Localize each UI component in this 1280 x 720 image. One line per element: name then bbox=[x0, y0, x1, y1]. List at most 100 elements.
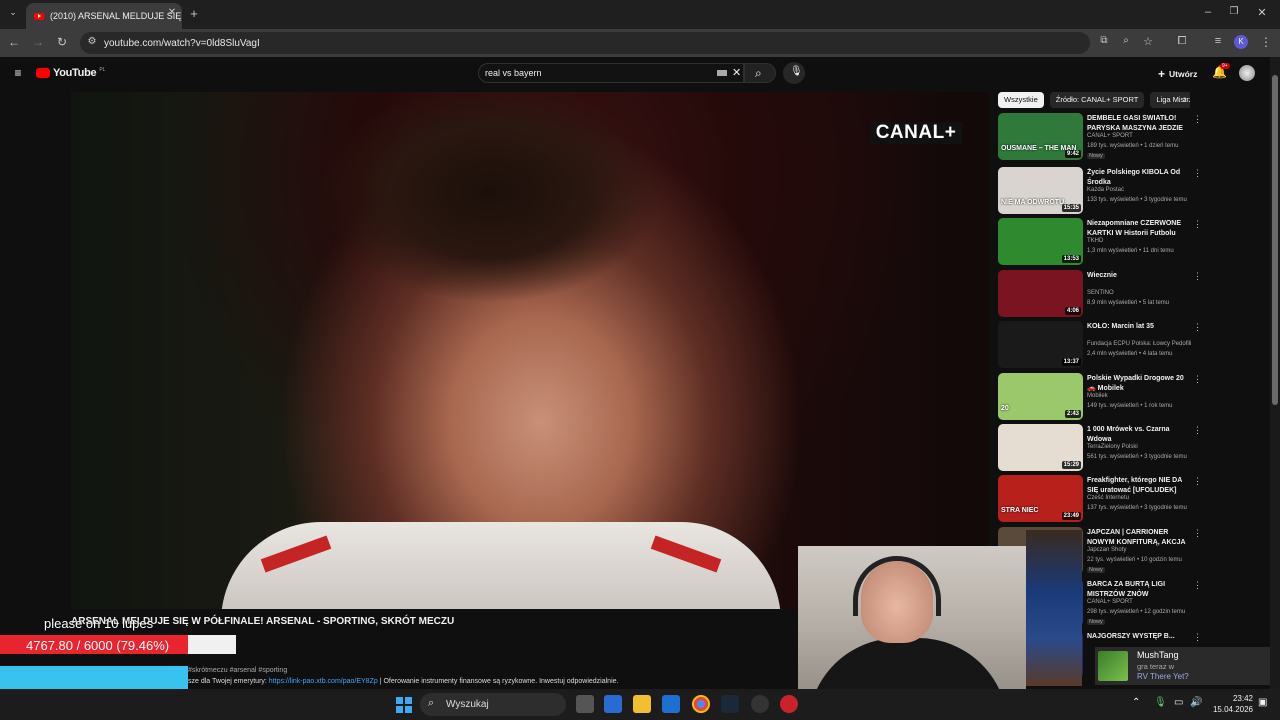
recommendation-item[interactable]: NIE MA ODWROTU 15:35 Życie Polskiego KIBOL… bbox=[998, 167, 1202, 215]
more-actions-icon[interactable]: ⋮ bbox=[1193, 219, 1202, 230]
recommendation-channel[interactable]: SENTINO bbox=[1087, 290, 1114, 296]
recommendation-title[interactable]: Polskie Wypadki Drogowe 20 🚗 Mobilek bbox=[1087, 374, 1191, 393]
window-close-icon[interactable]: ✕ bbox=[1254, 6, 1270, 19]
video-thumbnail[interactable]: OUSMANE – THE MAN 9:42 bbox=[998, 113, 1083, 160]
extensions-icon[interactable]: ⧠ bbox=[1174, 35, 1190, 48]
network-icon[interactable]: ▭ bbox=[1174, 697, 1183, 708]
more-actions-icon[interactable]: ⋮ bbox=[1193, 528, 1202, 539]
clear-search-icon[interactable]: ✕ bbox=[732, 66, 741, 79]
hamburger-menu-icon[interactable]: ≡ bbox=[10, 66, 26, 80]
recommendation-channel[interactable]: Fundacja ECPU Polska: Łowcy Pedofili bbox=[1087, 341, 1191, 347]
recommendation-title[interactable]: Życie Polskiego KIBOLA Od Środka bbox=[1087, 168, 1191, 187]
recommendation-title[interactable]: KOŁO: Marcin lat 35 bbox=[1087, 322, 1191, 332]
video-thumbnail[interactable]: 4:06 bbox=[998, 270, 1083, 317]
more-actions-icon[interactable]: ⋮ bbox=[1193, 271, 1202, 282]
more-actions-icon[interactable]: ⋮ bbox=[1193, 476, 1202, 487]
taskbar-search[interactable]: ⌕ Wyszukaj bbox=[420, 693, 566, 716]
keyboard-icon[interactable] bbox=[717, 70, 727, 76]
more-actions-icon[interactable]: ⋮ bbox=[1193, 114, 1202, 125]
forward-icon[interactable]: → bbox=[30, 35, 46, 49]
more-actions-icon[interactable]: ⋮ bbox=[1193, 580, 1202, 591]
browser-menu-icon[interactable]: ⋮ bbox=[1258, 35, 1274, 49]
video-tags[interactable]: #skrótmeczu #arsenal #sporting bbox=[188, 667, 287, 674]
more-actions-icon[interactable]: ⋮ bbox=[1193, 168, 1202, 179]
recommendation-item[interactable]: 4:06 Wiecznie SENTINO 8,9 mln wyświetleń • … bbox=[998, 270, 1202, 318]
store-icon[interactable] bbox=[662, 695, 680, 713]
youtube-logo[interactable]: YouTube PL bbox=[36, 67, 105, 79]
recommendation-title[interactable]: JAPCZAN | CARRIONER NOWYM KONFITURĄ, AKC… bbox=[1087, 528, 1191, 547]
recommendation-item[interactable]: OUSMANE – THE MAN 9:42 DEMBELE GASI ŚWIATŁ… bbox=[998, 113, 1202, 161]
maximize-icon[interactable]: ❐ bbox=[1226, 6, 1242, 17]
windows-start-icon[interactable] bbox=[396, 697, 412, 713]
recommendation-title[interactable]: 1 000 Mrówek vs. Czarna Wdowa bbox=[1087, 425, 1191, 444]
recommendation-channel[interactable]: Każda Postać bbox=[1087, 187, 1124, 193]
chip-all[interactable]: Wszystkie bbox=[998, 92, 1044, 108]
chips-next-chevron-icon[interactable]: › bbox=[1183, 94, 1187, 106]
filter-chip[interactable]: Źródło: CANAL+ SPORT bbox=[1049, 92, 1145, 108]
more-actions-icon[interactable]: ⋮ bbox=[1193, 632, 1202, 643]
task-view-icon[interactable] bbox=[576, 695, 594, 713]
volume-icon[interactable]: 🔊 bbox=[1190, 697, 1202, 708]
recommendation-channel[interactable]: Mobilek bbox=[1087, 393, 1108, 399]
opera-icon[interactable] bbox=[780, 695, 798, 713]
more-actions-icon[interactable]: ⋮ bbox=[1193, 374, 1202, 385]
install-app-icon[interactable]: ⧉ bbox=[1096, 35, 1112, 46]
bookmark-star-icon[interactable]: ☆ bbox=[1140, 35, 1156, 48]
account-avatar[interactable] bbox=[1239, 65, 1255, 81]
browser-tab-active[interactable]: (2010) ARSENAL MELDUJE SIĘ W PÓŁFINALE bbox=[26, 3, 182, 29]
more-actions-icon[interactable]: ⋮ bbox=[1193, 425, 1202, 436]
page-scrollbar[interactable] bbox=[1270, 57, 1280, 689]
video-thumbnail[interactable]: 13:37 bbox=[998, 321, 1083, 368]
address-bar[interactable]: ⚙ youtube.com/watch?v=0ld8SluVagI ⧉ ⌕ ☆ bbox=[80, 32, 1153, 54]
video-thumbnail[interactable]: NIE MA ODWROTU 15:35 bbox=[998, 167, 1083, 214]
create-button[interactable]: + Utwórz bbox=[1158, 67, 1197, 81]
tab-search-chevron-icon[interactable]: ⌄ bbox=[5, 7, 21, 18]
recommendation-item[interactable]: 13:53 Niezapomniane CZERWONE KARTKI W His… bbox=[998, 218, 1202, 266]
voice-search-button[interactable]: 🎙 bbox=[783, 62, 805, 84]
recommendation-title[interactable]: DEMBELE GASI ŚWIATŁO! PARYSKA MASZYNA JE… bbox=[1087, 114, 1191, 133]
video-player[interactable]: CANAL+ bbox=[71, 92, 989, 609]
recommendation-channel[interactable]: CANAL+ SPORT bbox=[1087, 599, 1133, 605]
recommendation-title[interactable]: Niezapomniane CZERWONE KARTKI W Historii… bbox=[1087, 219, 1191, 238]
zoom-icon[interactable]: ⌕ bbox=[1118, 35, 1134, 46]
recommendation-title[interactable]: Wiecznie bbox=[1087, 271, 1191, 281]
search-input[interactable]: real vs bayern ✕ bbox=[478, 63, 744, 83]
scrollbar-thumb[interactable] bbox=[1272, 75, 1278, 405]
video-thumbnail[interactable]: STRA NIEC 23:49 bbox=[998, 475, 1083, 522]
recommendation-title[interactable]: Freakfighter, którego NIE DA SIĘ uratowa… bbox=[1087, 476, 1191, 495]
more-actions-icon[interactable]: ⋮ bbox=[1193, 322, 1202, 333]
video-thumbnail[interactable]: 15:29 bbox=[998, 424, 1083, 471]
recommendation-item[interactable]: 15:29 1 000 Mrówek vs. Czarna Wdowa TerraZ… bbox=[998, 424, 1202, 472]
video-thumbnail[interactable]: 13:53 bbox=[998, 218, 1083, 265]
recommendation-item[interactable]: 13:37 KOŁO: Marcin lat 35 Fundacja ECPU Po… bbox=[998, 321, 1202, 369]
steam-icon[interactable] bbox=[721, 695, 739, 713]
recommendation-channel[interactable]: Cześć Internetu bbox=[1087, 495, 1129, 501]
notification-center-icon[interactable]: ▣ bbox=[1258, 697, 1267, 708]
recommendation-item[interactable]: STRA NIEC 23:49 Freakfighter, którego NIE … bbox=[998, 475, 1202, 523]
recommendation-channel[interactable]: Japczan Shoty bbox=[1087, 547, 1126, 553]
obs-icon[interactable] bbox=[751, 695, 769, 713]
recommendation-title[interactable]: BARCA ZA BURTĄ LIGI MISTRZÓW ZNÓW CZERWO… bbox=[1087, 580, 1191, 599]
taskbar-clock[interactable]: 23:42 15.04.2026 bbox=[1205, 693, 1253, 715]
reload-icon[interactable]: ↻ bbox=[54, 35, 70, 49]
profile-avatar[interactable]: K bbox=[1234, 35, 1248, 49]
minimize-icon[interactable]: – bbox=[1200, 6, 1216, 18]
video-thumbnail[interactable]: 20 2:43 bbox=[998, 373, 1083, 420]
site-info-icon[interactable]: ⚙ bbox=[84, 36, 100, 47]
new-tab-icon[interactable]: + bbox=[186, 6, 202, 21]
recommendation-title[interactable]: NAJGORSZY WYSTĘP B... bbox=[1087, 632, 1191, 642]
recommendation-channel[interactable]: CANAL+ SPORT bbox=[1087, 133, 1133, 139]
outlook-icon[interactable] bbox=[604, 695, 622, 713]
recommendation-channel[interactable]: TerraZielony Polski bbox=[1087, 444, 1138, 450]
chrome-icon[interactable] bbox=[692, 695, 710, 713]
search-button[interactable]: ⌕ bbox=[744, 63, 776, 83]
description-link[interactable]: https://link-pao.xtb.com/pao/EY8Zp bbox=[269, 678, 378, 685]
recommendation-item[interactable]: 20 2:43 Polskie Wypadki Drogowe 20 🚗 Mobil… bbox=[998, 373, 1202, 421]
tray-expand-icon[interactable]: ⌃ bbox=[1132, 697, 1140, 708]
tab-close-icon[interactable]: ✕ bbox=[164, 7, 180, 18]
recommendation-channel[interactable]: TKHD bbox=[1087, 238, 1103, 244]
file-explorer-icon[interactable] bbox=[633, 695, 651, 713]
back-icon[interactable]: ← bbox=[6, 35, 22, 49]
media-control-icon[interactable]: ≡ bbox=[1210, 35, 1226, 47]
tray-mic-icon[interactable]: 🎙 bbox=[1154, 697, 1167, 708]
